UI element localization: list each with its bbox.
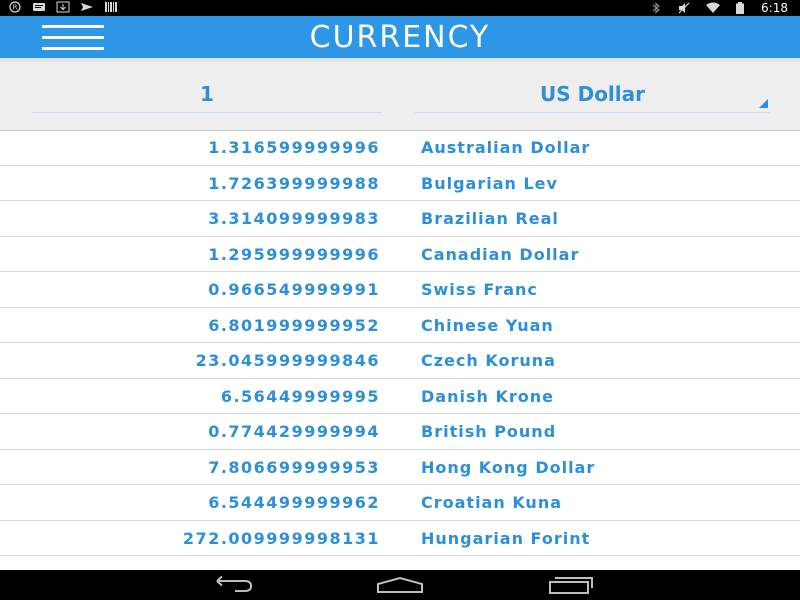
list-item[interactable]: 7.806699999953 Hong Kong Dollar <box>0 450 800 485</box>
wifi-icon <box>705 2 721 14</box>
list-item[interactable]: 6.544499999962 Croatian Kuna <box>0 485 800 521</box>
rate-value: 1.726399999988 <box>208 173 380 193</box>
selected-currency-label: US Dollar <box>539 82 646 106</box>
list-item[interactable] <box>0 556 800 570</box>
currency-select[interactable]: US Dollar <box>415 76 770 113</box>
back-icon[interactable] <box>205 575 255 595</box>
list-item[interactable]: 23.045999999846 Czech Koruna <box>0 343 800 379</box>
list-item[interactable]: 0.774429999994 British Pound <box>0 414 800 450</box>
list-item[interactable]: 3.314099999983 Brazilian Real <box>0 201 800 237</box>
app-bar: CURRENCY <box>0 16 800 58</box>
rates-list[interactable]: 1.316599999996 Australian Dollar 1.72639… <box>0 130 800 570</box>
currency-name: Hong Kong Dollar <box>421 457 596 477</box>
rate-value: 0.966549999991 <box>208 280 380 299</box>
send-icon <box>80 1 94 13</box>
currency-name: Czech Koruna <box>421 351 556 370</box>
list-item[interactable]: 0.966549999991 Swiss Franc <box>0 272 800 308</box>
barcode-icon <box>104 1 118 13</box>
battery-icon <box>733 2 747 14</box>
registered-icon: R <box>8 1 22 13</box>
chat-icon <box>32 1 46 13</box>
mute-icon <box>677 2 691 14</box>
converter-panel: US Dollar <box>0 58 800 131</box>
currency-name: Swiss Franc <box>421 280 538 299</box>
rate-value: 272.009999998131 <box>182 528 380 548</box>
currency-name: Australian Dollar <box>421 138 591 157</box>
page-title: CURRENCY <box>309 20 491 55</box>
list-item[interactable]: 1.295999999996 Canadian Dollar <box>0 237 800 272</box>
currency-name: Hungarian Forint <box>421 528 591 548</box>
rate-value: 6.56449999995 <box>220 386 380 406</box>
list-item[interactable]: 1.726399999988 Bulgarian Lev <box>0 166 800 201</box>
recent-apps-icon[interactable] <box>546 575 596 595</box>
rate-value: 6.801999999952 <box>208 315 380 335</box>
list-item[interactable]: 6.801999999952 Chinese Yuan <box>0 308 800 343</box>
currency-name: Chinese Yuan <box>421 315 554 335</box>
rate-value: 1.295999999996 <box>208 244 380 264</box>
rate-value: 3.314099999983 <box>208 209 380 228</box>
currency-name: Bulgarian Lev <box>421 173 558 193</box>
dropdown-arrow-icon <box>759 99 768 108</box>
currency-name: Croatian Kuna <box>421 493 563 512</box>
list-item[interactable]: 272.009999998131 Hungarian Forint <box>0 521 800 556</box>
navigation-bar <box>0 570 800 600</box>
list-item[interactable]: 1.316599999996 Australian Dollar <box>0 130 800 166</box>
home-icon[interactable] <box>375 575 425 595</box>
currency-name: British Pound <box>421 422 557 441</box>
download-icon <box>56 1 70 13</box>
currency-name: Canadian Dollar <box>421 244 580 264</box>
amount-input[interactable] <box>32 76 382 113</box>
currency-name: Brazilian Real <box>421 209 559 228</box>
status-bar: R 6:18 <box>0 0 800 16</box>
currency-name: Danish Krone <box>421 386 554 406</box>
status-time: 6:18 <box>761 1 788 15</box>
list-item[interactable]: 6.56449999995 Danish Krone <box>0 379 800 414</box>
rate-value: 6.544499999962 <box>208 493 380 512</box>
rate-value: 23.045999999846 <box>195 351 380 370</box>
rate-value: 7.806699999953 <box>208 457 380 477</box>
rate-value: 1.316599999996 <box>208 138 380 157</box>
bluetooth-icon <box>649 2 663 14</box>
rate-value: 0.774429999994 <box>208 422 380 441</box>
svg-text:R: R <box>13 4 18 12</box>
